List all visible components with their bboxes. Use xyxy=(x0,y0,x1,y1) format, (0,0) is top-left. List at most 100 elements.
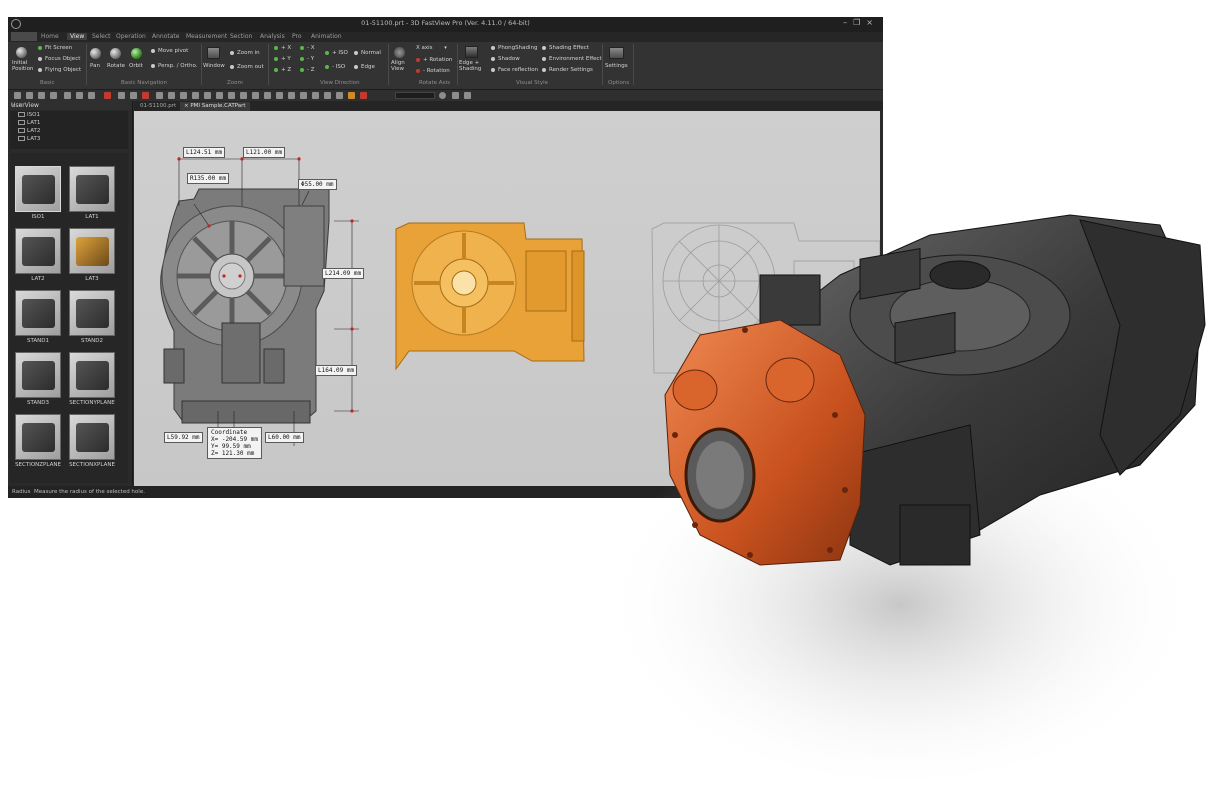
select-icon[interactable] xyxy=(118,92,125,99)
pan-button[interactable]: Pan xyxy=(90,63,100,69)
initial-position-button[interactable]: Initial Position xyxy=(12,60,33,72)
minus-rotation-button[interactable]: - Rotation xyxy=(416,68,450,74)
rotate-icon[interactable] xyxy=(110,48,121,59)
thumbnail-stand1[interactable] xyxy=(15,290,61,336)
orange-part-model[interactable] xyxy=(395,222,585,371)
coordinate-icon[interactable] xyxy=(276,92,283,99)
new-file-icon[interactable] xyxy=(14,92,21,99)
plus-y-button[interactable]: + Y xyxy=(274,56,291,62)
dimension-label[interactable]: L124.51 mm xyxy=(183,147,226,158)
save-as-icon[interactable] xyxy=(50,92,57,99)
tab-analysis[interactable]: Analysis xyxy=(260,33,285,40)
doc-tab-active[interactable]: × PMI Sample.CATPart xyxy=(180,102,250,111)
orbit-icon[interactable] xyxy=(131,48,142,59)
gray-part-model[interactable] xyxy=(160,188,330,424)
render-settings-button[interactable]: Render Settings xyxy=(542,67,593,73)
record-icon[interactable] xyxy=(142,92,149,99)
align-view-button[interactable]: Align View xyxy=(391,60,405,72)
thumbnail-lat2[interactable] xyxy=(15,228,61,274)
thumbnail-stand3[interactable] xyxy=(15,352,61,398)
zoom-in-button[interactable]: Zoom in xyxy=(230,50,260,56)
check-icon[interactable] xyxy=(336,92,343,99)
minimize-icon[interactable]: – xyxy=(843,18,853,27)
fit-screen-button[interactable]: Fit Screen xyxy=(38,45,72,51)
delete-icon[interactable] xyxy=(360,92,367,99)
thumbnail-sectionyplane[interactable] xyxy=(69,352,115,398)
phong-shading-toggle[interactable]: PhongShading xyxy=(491,45,538,51)
edge-button[interactable]: Edge xyxy=(354,64,375,70)
minus-x-button[interactable]: - X xyxy=(300,45,315,51)
mass-icon[interactable] xyxy=(324,92,331,99)
search-icon[interactable] xyxy=(439,92,446,99)
face-reflection-toggle[interactable]: Face reflection xyxy=(491,67,538,73)
dimension-label[interactable]: L60.00 mm xyxy=(265,432,304,443)
edge-shading-icon[interactable] xyxy=(465,46,478,58)
edge-shading-button[interactable]: Edge + Shading xyxy=(459,60,481,72)
print-icon[interactable] xyxy=(64,92,71,99)
diameter-icon[interactable] xyxy=(204,92,211,99)
dimension-label[interactable]: R135.00 mm xyxy=(187,173,230,184)
dimension-label[interactable]: L121.00 mm xyxy=(243,147,286,158)
area-icon[interactable] xyxy=(300,92,307,99)
rotate-axis-select[interactable]: X axis ▾ xyxy=(416,45,447,51)
list-item[interactable]: LAT1 xyxy=(18,120,40,126)
stop-icon[interactable] xyxy=(104,92,111,99)
list-item[interactable]: LAT2 xyxy=(18,128,40,134)
tab-operation[interactable]: Operation xyxy=(116,33,146,40)
thumbnail-lat3[interactable] xyxy=(69,228,115,274)
length-icon[interactable] xyxy=(168,92,175,99)
plus-x-button[interactable]: + X xyxy=(274,45,291,51)
thumbnail-stand2[interactable] xyxy=(69,290,115,336)
close-icon[interactable]: × xyxy=(866,18,879,27)
align-view-icon[interactable] xyxy=(394,47,405,58)
zoom-out-button[interactable]: Zoom out xyxy=(230,64,264,70)
focus-object-button[interactable]: Focus Object xyxy=(38,56,80,62)
plus-z-button[interactable]: + Z xyxy=(274,67,291,73)
minus-iso-button[interactable]: - ISO xyxy=(325,64,345,70)
redo-icon[interactable] xyxy=(88,92,95,99)
shadow-toggle[interactable]: Shadow xyxy=(491,56,520,62)
thumbnail-iso1[interactable] xyxy=(15,166,61,212)
window-zoom-button[interactable]: Window xyxy=(203,63,225,69)
tab-home[interactable]: Home xyxy=(41,33,59,40)
toolbar-search-field[interactable] xyxy=(395,92,435,99)
minus-y-button[interactable]: - Y xyxy=(300,56,314,62)
pencil-icon[interactable] xyxy=(216,92,223,99)
thumbnail-sectionxplane[interactable] xyxy=(69,414,115,460)
file-menu-button[interactable] xyxy=(11,32,37,41)
angle-icon[interactable] xyxy=(180,92,187,99)
minus-z-button[interactable]: - Z xyxy=(300,67,315,73)
thumbnail-sectionzplane[interactable] xyxy=(15,414,61,460)
tab-view[interactable]: View xyxy=(67,33,88,40)
color-icon[interactable] xyxy=(452,92,459,99)
coordinate-readout[interactable]: Coordinate X= -204.59 mm Y= 99.59 mm Z= … xyxy=(207,427,262,459)
tab-measurement[interactable]: Measurement xyxy=(186,33,227,40)
line-icon[interactable] xyxy=(228,92,235,99)
plus-rotation-button[interactable]: + Rotation xyxy=(416,57,452,63)
dimension-icon[interactable] xyxy=(156,92,163,99)
move-pivot-button[interactable]: Move pivot xyxy=(151,48,188,54)
list-item[interactable]: LAT3 xyxy=(18,136,40,142)
point-icon[interactable] xyxy=(264,92,271,99)
tab-annotate[interactable]: Annotate xyxy=(152,33,179,40)
pan-icon[interactable] xyxy=(90,48,101,59)
radius-icon[interactable] xyxy=(192,92,199,99)
dimension-label[interactable]: Φ55.00 mm xyxy=(298,179,337,190)
tab-pro[interactable]: Pro xyxy=(292,33,302,40)
circle-icon[interactable] xyxy=(240,92,247,99)
undo-icon[interactable] xyxy=(76,92,83,99)
tab-select[interactable]: Select xyxy=(92,33,111,40)
window-zoom-icon[interactable] xyxy=(207,47,220,59)
arc-icon[interactable] xyxy=(252,92,259,99)
initial-position-icon[interactable] xyxy=(16,47,27,58)
orbit-button[interactable]: Orbit xyxy=(129,63,143,69)
dimension-label[interactable]: L59.92 mm xyxy=(164,432,203,443)
close-icon[interactable]: × × xyxy=(11,102,129,109)
highlight-icon[interactable] xyxy=(348,92,355,99)
restore-icon[interactable]: ❐ xyxy=(853,18,866,27)
flying-object-button[interactable]: Flying Object xyxy=(38,67,81,73)
rotate-button[interactable]: Rotate xyxy=(107,63,125,69)
cursor-icon[interactable] xyxy=(130,92,137,99)
persp-ortho-button[interactable]: Persp. / Ortho. xyxy=(151,63,197,69)
volume-icon[interactable] xyxy=(312,92,319,99)
